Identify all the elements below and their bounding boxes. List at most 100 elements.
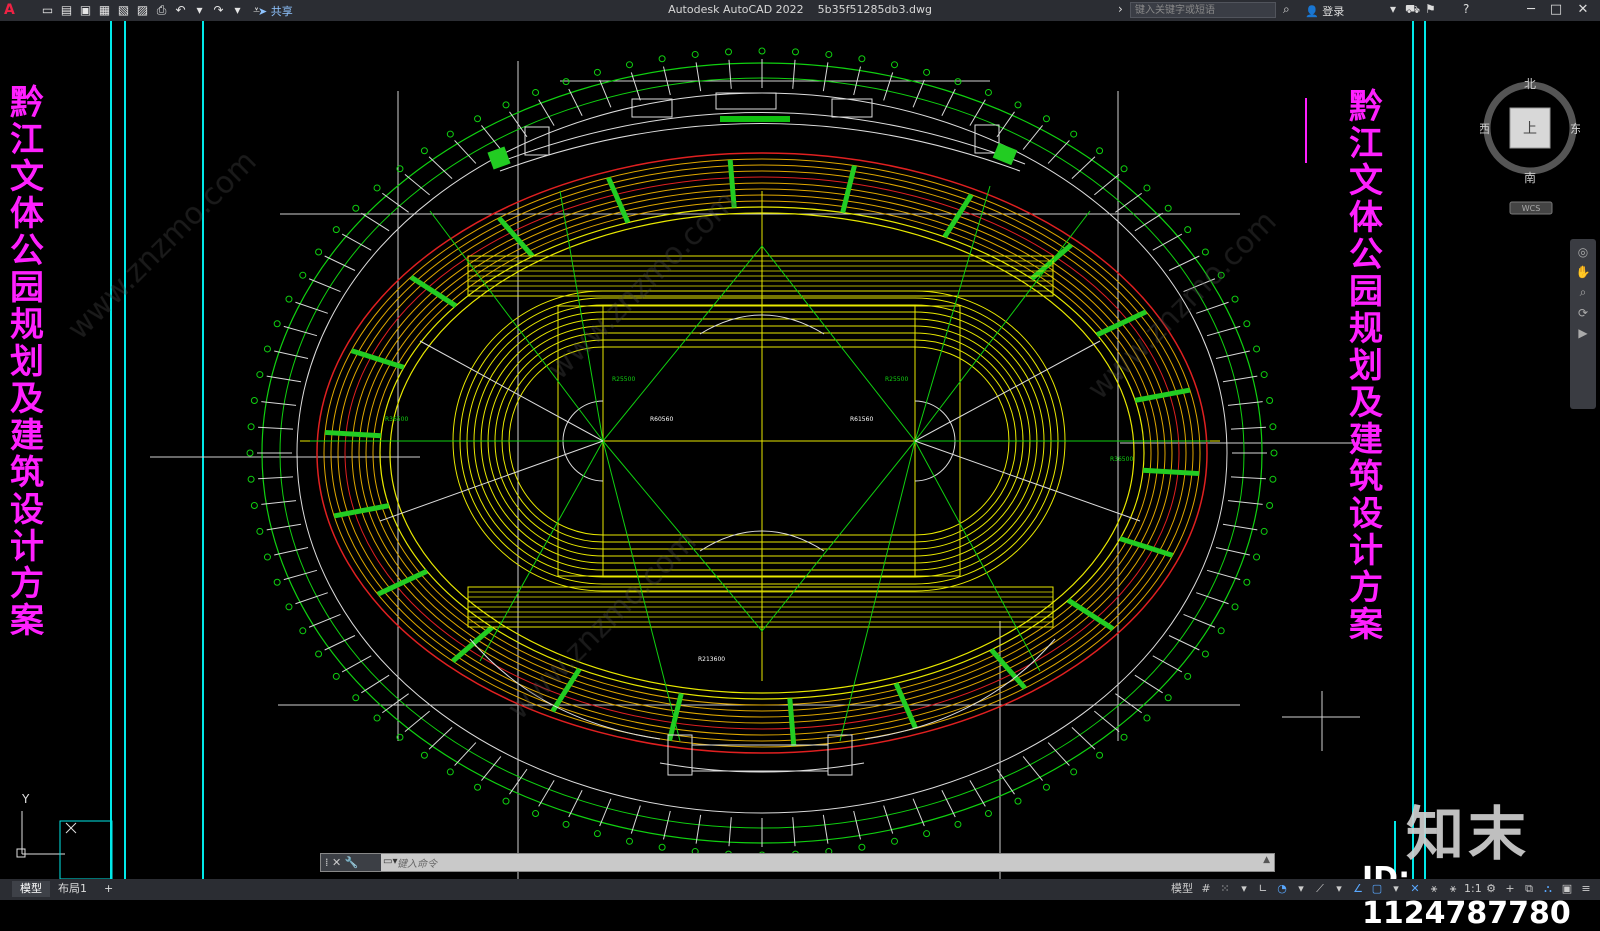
- axis-bubble: [1070, 768, 1078, 776]
- command-line-controls[interactable]: ⁞ ✕ 🔧: [321, 854, 381, 871]
- axis-bubble: [446, 768, 454, 776]
- auto-scale-icon[interactable]: ⚹: [1426, 881, 1442, 897]
- axis-bubble: [247, 423, 255, 431]
- save-as-icon[interactable]: ▦: [97, 3, 112, 17]
- object-snap-dropdown-icon[interactable]: ▾: [1388, 881, 1404, 897]
- watermark-site: www.znzmo.com: [1081, 204, 1284, 407]
- search-input[interactable]: 键入关键字或短语: [1130, 2, 1276, 18]
- object-snap-tracking-icon[interactable]: ∠: [1350, 881, 1366, 897]
- undo-icon[interactable]: ↶: [173, 3, 188, 17]
- object-snap-icon[interactable]: ▢: [1369, 881, 1385, 897]
- polar-dropdown-icon[interactable]: ▾: [1293, 881, 1309, 897]
- axis-bubble: [562, 78, 570, 86]
- close-icon[interactable]: ✕: [1572, 1, 1594, 19]
- watermark-site: www.znzmo.com: [501, 524, 704, 727]
- hardware-acceleration-icon[interactable]: ⛬: [1540, 881, 1556, 897]
- clean-screen-icon[interactable]: ▣: [1559, 881, 1575, 897]
- title-bar: A ▭ ▤ ▣ ▦ ▧ ▨ ⎙ ↶ ▾ ↷ ▾ ⩡ ➤ 共享 Autodesk …: [0, 0, 1600, 21]
- aisle: [667, 692, 684, 741]
- snap-dropdown-icon[interactable]: ▾: [1236, 881, 1252, 897]
- expand-arrow-icon[interactable]: ›: [1118, 2, 1123, 16]
- axis-bubble: [1266, 397, 1274, 405]
- axis-bubble: [420, 147, 428, 155]
- radial-tick: [1134, 674, 1163, 694]
- viewcube[interactable]: 上 北 南 东 西 WCS: [1478, 76, 1582, 216]
- autodesk-a360-icon[interactable]: ⚑: [1425, 2, 1436, 16]
- axis-bubble: [891, 837, 899, 845]
- polar-icon[interactable]: ◔: [1274, 881, 1290, 897]
- axis-bubble: [1096, 147, 1104, 155]
- ortho-icon[interactable]: ∟: [1255, 881, 1271, 897]
- construction-lines: [310, 185, 1210, 742]
- share-button[interactable]: ➤ 共享: [258, 3, 293, 19]
- tab-model[interactable]: 模型: [12, 881, 50, 897]
- axis-bubble: [532, 810, 540, 818]
- pan-icon[interactable]: ✋: [1570, 265, 1596, 279]
- radial-tick: [341, 655, 372, 673]
- plus-icon[interactable]: +: [1502, 881, 1518, 897]
- open-file-icon[interactable]: ▤: [59, 3, 74, 17]
- command-prompt-icon[interactable]: ▭▾: [383, 856, 397, 867]
- login-button[interactable]: 👤 登录: [1305, 3, 1344, 19]
- aisle: [787, 698, 797, 747]
- new-file-icon[interactable]: ▭: [40, 3, 55, 17]
- drawing-canvas[interactable]: R60560 R61560 R213600 R36500 R25500 R255…: [0, 21, 1600, 931]
- isolate-objects-icon[interactable]: ⧉: [1521, 881, 1537, 897]
- annotation-scale-icon[interactable]: ⚹: [1445, 881, 1461, 897]
- navigation-bar[interactable]: ◎ ✋ ⌕ ⟳ ▶: [1570, 239, 1596, 409]
- customization-icon[interactable]: ≡: [1578, 881, 1594, 897]
- ucs-y-label: Y: [21, 792, 30, 806]
- radial-tick: [283, 325, 318, 337]
- isodraft-dropdown-icon[interactable]: ▾: [1331, 881, 1347, 897]
- command-line[interactable]: ⁞ ✕ 🔧 ▭▾ 键入命令 ▲: [320, 853, 1275, 872]
- steeringwheel-icon[interactable]: ◎: [1570, 245, 1596, 259]
- axis-bubble: [256, 371, 264, 379]
- axis-bubble: [263, 553, 271, 561]
- orbit-icon[interactable]: ⟳: [1570, 306, 1596, 320]
- dim-label: R213600: [698, 656, 725, 663]
- axis-bubble: [658, 843, 666, 851]
- redo-dropdown-icon[interactable]: ▾: [230, 3, 245, 17]
- web-open-icon[interactable]: ▧: [116, 3, 131, 17]
- search-icon[interactable]: ⌕: [1283, 2, 1290, 17]
- axis-bubble: [1269, 423, 1277, 431]
- web-save-icon[interactable]: ▨: [135, 3, 150, 17]
- share-label: 共享: [270, 5, 293, 18]
- model-space-button[interactable]: 模型: [1169, 881, 1195, 897]
- command-input[interactable]: 键入命令: [397, 855, 437, 870]
- plot-icon[interactable]: ⎙: [154, 3, 169, 17]
- grid-icon[interactable]: #: [1198, 881, 1214, 897]
- add-layout-button[interactable]: +: [96, 881, 121, 897]
- annotation-visibility-icon[interactable]: ✕: [1407, 881, 1423, 897]
- undo-dropdown-icon[interactable]: ▾: [192, 3, 207, 17]
- radial-tick: [274, 350, 309, 360]
- cart-icon[interactable]: ⛟: [1405, 2, 1420, 18]
- tab-layout1[interactable]: 布局1: [50, 881, 95, 897]
- radial-tick: [969, 780, 986, 807]
- aisle: [606, 176, 631, 224]
- radial-tick: [883, 72, 894, 101]
- autocad-logo-icon[interactable]: A: [4, 1, 22, 19]
- help-icon[interactable]: ?: [1463, 2, 1469, 16]
- login-dropdown-icon[interactable]: ▾: [1390, 2, 1396, 16]
- snap-icon[interactable]: ⁙: [1217, 881, 1233, 897]
- isodraft-icon[interactable]: ⟋: [1312, 881, 1328, 897]
- axis-bubble: [247, 475, 255, 483]
- redo-icon[interactable]: ↷: [211, 3, 226, 17]
- axis-bubble: [1070, 130, 1078, 138]
- dim-label: R36500: [385, 416, 408, 423]
- axis-bubble: [532, 88, 540, 96]
- axis-bubble: [352, 204, 360, 212]
- radial-tick: [1047, 140, 1070, 164]
- annotation-scale-value[interactable]: 1:1: [1464, 881, 1482, 897]
- maximize-icon[interactable]: □: [1545, 1, 1567, 19]
- showmotion-icon[interactable]: ▶: [1570, 326, 1596, 340]
- settings-icon[interactable]: ⚙: [1483, 881, 1499, 897]
- axis-bubble: [446, 130, 454, 138]
- aisle: [324, 429, 382, 439]
- radial-tick: [1047, 742, 1070, 766]
- command-scroll-icon[interactable]: ▲: [1263, 855, 1270, 865]
- save-icon[interactable]: ▣: [78, 3, 93, 17]
- minimize-icon[interactable]: ─: [1520, 1, 1542, 19]
- zoom-icon[interactable]: ⌕: [1570, 285, 1596, 300]
